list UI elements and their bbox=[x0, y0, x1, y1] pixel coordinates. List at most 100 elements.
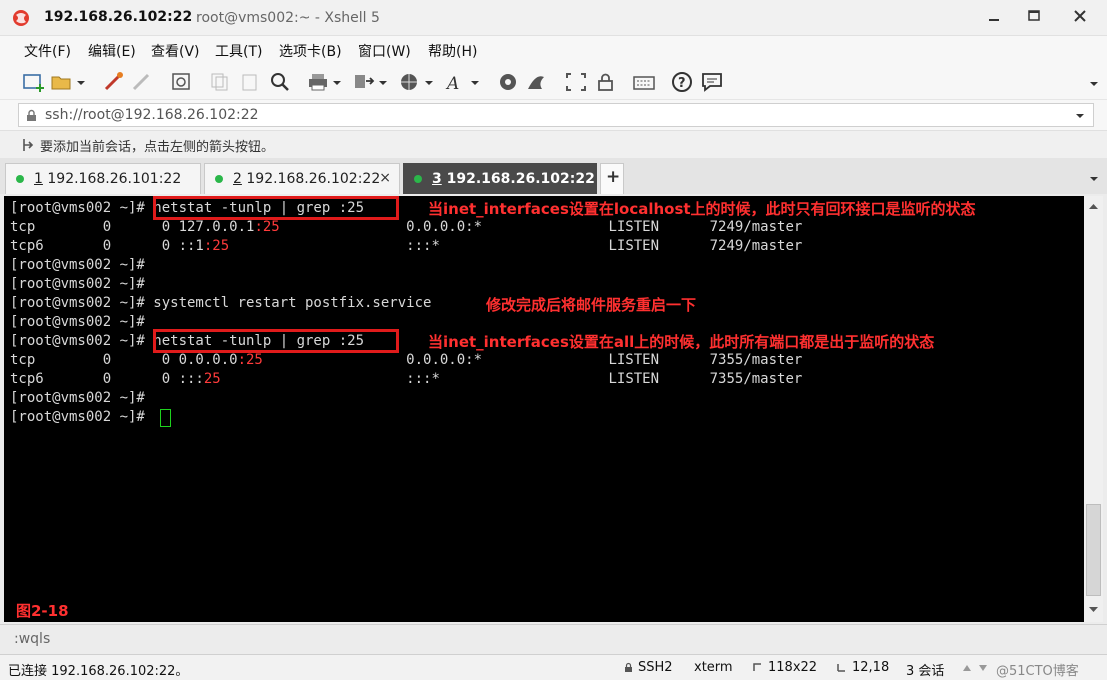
scrollbar-thumb[interactable] bbox=[1086, 504, 1101, 596]
tab-number: 3 bbox=[432, 171, 442, 187]
menu-window[interactable]: 窗口(W) bbox=[358, 41, 411, 61]
highlight-box bbox=[153, 196, 399, 220]
xmanager-icon[interactable] bbox=[524, 71, 548, 93]
protocol-status: SSH2 bbox=[638, 660, 673, 675]
xshell-logo-icon bbox=[13, 10, 29, 26]
arrow-up-icon[interactable] bbox=[962, 663, 972, 673]
chevron-down-icon[interactable] bbox=[74, 71, 88, 93]
print-icon[interactable] bbox=[306, 71, 330, 93]
arrow-icon[interactable] bbox=[22, 138, 34, 152]
tab-session-3[interactable]: 3 192.168.26.102:22 bbox=[403, 163, 597, 194]
close-icon[interactable] bbox=[1060, 5, 1100, 27]
address-value: ssh://root@192.168.26.102:22 bbox=[45, 107, 259, 123]
scroll-down-icon[interactable] bbox=[1088, 606, 1099, 614]
address-bar: ssh://root@192.168.26.102:22 bbox=[0, 100, 1107, 130]
chevron-down-icon[interactable] bbox=[468, 71, 482, 93]
terminal-line: [root@vms002 ~]# bbox=[10, 276, 145, 292]
terminal-line: [root@vms002 ~]# bbox=[10, 257, 145, 273]
tab-bar: 1 192.168.26.101:22 2 192.168.26.102:22 … bbox=[0, 158, 1107, 194]
toolbar-overflow-icon[interactable] bbox=[1088, 78, 1100, 90]
terminal-line: [root@vms002 ~]# bbox=[10, 314, 145, 330]
menu-help[interactable]: 帮助(H) bbox=[428, 41, 477, 61]
tab-label: 192.168.26.101:22 bbox=[47, 171, 182, 187]
maximize-icon[interactable] bbox=[1020, 5, 1048, 27]
tab-close-icon[interactable]: × bbox=[379, 170, 391, 186]
highlight-box bbox=[153, 329, 399, 353]
search-icon[interactable] bbox=[268, 71, 292, 93]
connect-icon[interactable] bbox=[102, 71, 126, 93]
copy-icon[interactable] bbox=[208, 71, 232, 93]
svg-text:A: A bbox=[445, 74, 459, 93]
title-bar: 192.168.26.102:22 root@vms002:~ - Xshell… bbox=[0, 0, 1107, 36]
lock-icon[interactable] bbox=[594, 71, 618, 93]
compose-text: :wqls bbox=[14, 631, 51, 647]
minimize-icon[interactable] bbox=[980, 5, 1008, 27]
terminal-line: [root@vms002 ~]# bbox=[10, 390, 145, 406]
lock-icon bbox=[27, 109, 36, 121]
tab-label: 192.168.26.102:22 bbox=[246, 171, 381, 187]
terminal-line: [root@vms002 ~]# bbox=[10, 409, 145, 425]
keyboard-icon[interactable] bbox=[632, 71, 656, 93]
paste-icon[interactable] bbox=[238, 71, 262, 93]
globe-icon[interactable] bbox=[398, 71, 422, 93]
menu-bar: 文件(F) 编辑(E) 查看(V) 工具(T) 选项卡(B) 窗口(W) 帮助(… bbox=[0, 36, 1107, 64]
xftp-icon[interactable] bbox=[496, 71, 520, 93]
window-title-host: 192.168.26.102:22 bbox=[44, 9, 193, 25]
cursor-position-status: 12,18 bbox=[852, 660, 890, 675]
terminal-scrollbar[interactable] bbox=[1084, 196, 1103, 622]
new-session-icon[interactable] bbox=[22, 71, 46, 93]
properties-icon[interactable] bbox=[170, 71, 194, 93]
tab-label: 192.168.26.102:22 bbox=[446, 171, 595, 187]
address-input[interactable]: ssh://root@192.168.26.102:22 bbox=[18, 103, 1094, 127]
compose-bar[interactable]: :wqls bbox=[0, 624, 1107, 654]
menu-tabs[interactable]: 选项卡(B) bbox=[279, 41, 342, 61]
chat-icon[interactable] bbox=[700, 71, 724, 93]
annotation-localhost: 当inet_interfaces设置在localhost上的时候，此时只有回环接… bbox=[428, 200, 976, 218]
tab-list-icon[interactable] bbox=[1088, 174, 1100, 184]
terminal-type-status: xterm bbox=[694, 660, 733, 675]
arrow-down-icon[interactable] bbox=[978, 663, 988, 673]
connected-dot-icon bbox=[215, 175, 223, 183]
menu-tools[interactable]: 工具(T) bbox=[215, 41, 262, 61]
terminal-line: tcp 0 0 127.0.0.1:25 0.0.0.0:* LISTEN 72… bbox=[10, 219, 803, 235]
tab-number: 2 bbox=[233, 171, 242, 187]
watermark: @51CTO博客 bbox=[996, 664, 1079, 679]
font-icon[interactable]: A bbox=[444, 71, 468, 93]
terminal-line: tcp 0 0 0.0.0.0:25 0.0.0.0:* LISTEN 7355… bbox=[10, 352, 803, 368]
tab-session-2[interactable]: 2 192.168.26.102:22 × bbox=[204, 163, 400, 194]
connection-status: 已连接 192.168.26.102:22。 bbox=[8, 664, 189, 679]
terminal-line: [root@vms002 ~]# systemctl restart postf… bbox=[10, 295, 432, 311]
resize-icon bbox=[753, 663, 761, 671]
menu-file[interactable]: 文件(F) bbox=[24, 41, 71, 61]
help-icon[interactable]: ? bbox=[670, 71, 694, 93]
open-folder-icon[interactable] bbox=[50, 71, 74, 93]
window-title-sub: root@vms002:~ - Xshell 5 bbox=[196, 10, 380, 26]
terminal[interactable]: [root@vms002 ~]# netstat -tunlp | grep :… bbox=[4, 196, 1084, 622]
tab-session-1[interactable]: 1 192.168.26.101:22 bbox=[5, 163, 201, 194]
cursor-position-icon bbox=[837, 664, 845, 672]
connected-dot-icon bbox=[414, 175, 422, 183]
menu-edit[interactable]: 编辑(E) bbox=[88, 41, 136, 61]
session-count-status: 3 会话 bbox=[906, 664, 945, 679]
plus-icon: + bbox=[606, 167, 621, 187]
scroll-up-icon[interactable] bbox=[1088, 202, 1099, 210]
chevron-down-icon[interactable] bbox=[376, 71, 390, 93]
chevron-down-icon[interactable] bbox=[330, 71, 344, 93]
chevron-down-icon[interactable] bbox=[1075, 112, 1085, 120]
terminal-size-status: 118x22 bbox=[768, 660, 818, 675]
terminal-line: tcp6 0 0 ::1:25 :::* LISTEN 7249/master bbox=[10, 238, 803, 254]
svg-text:?: ? bbox=[678, 76, 686, 91]
disconnect-icon[interactable] bbox=[130, 71, 154, 93]
annotation-restart: 修改完成后将邮件服务重启一下 bbox=[486, 296, 697, 314]
chevron-down-icon[interactable] bbox=[422, 71, 436, 93]
new-tab-button[interactable]: + bbox=[600, 163, 624, 194]
annotation-all: 当inet_interfaces设置在all上的时候，此时所有端口都是出于监听的… bbox=[428, 333, 935, 351]
fullscreen-icon[interactable] bbox=[564, 71, 588, 93]
hint-text: 要添加当前会话，点击左侧的箭头按钮。 bbox=[40, 140, 275, 155]
toolbar: A ? bbox=[0, 64, 1107, 100]
connected-dot-icon bbox=[16, 175, 24, 183]
transfer-icon[interactable] bbox=[352, 71, 376, 93]
terminal-line: tcp6 0 0 :::25 :::* LISTEN 7355/master bbox=[10, 371, 803, 387]
session-hint-bar: 要添加当前会话，点击左侧的箭头按钮。 bbox=[0, 130, 1107, 158]
menu-view[interactable]: 查看(V) bbox=[151, 41, 200, 61]
